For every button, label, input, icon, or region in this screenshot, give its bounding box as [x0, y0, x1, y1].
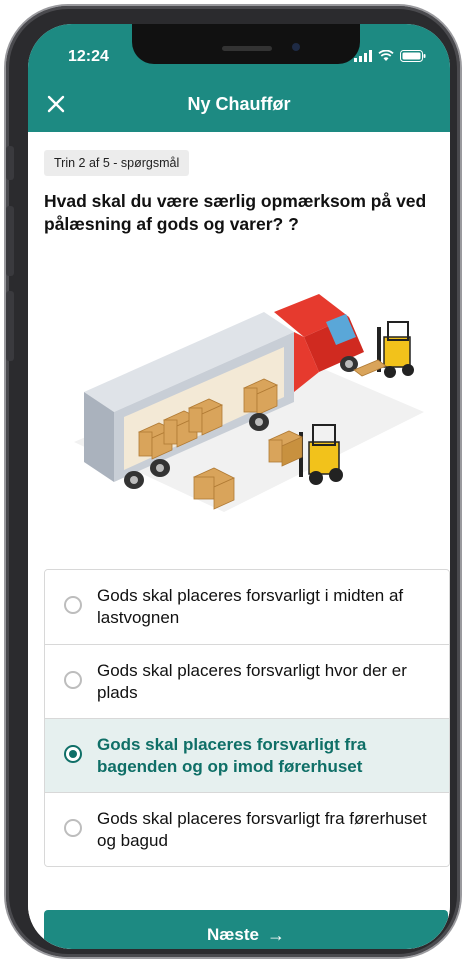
answer-options: Gods skal placeres forsvarligt i midten … — [44, 569, 450, 867]
app-screen: 12:24 Ny Chauffør Trin 2 af 5 - spørgsmå… — [28, 24, 450, 949]
answer-option-label: Gods skal placeres forsvarligt fra bagen… — [97, 735, 367, 776]
volume-up-button — [6, 206, 14, 276]
question-text: Hvad skal du være særlig opmærksom på ve… — [44, 191, 427, 234]
battery-icon — [400, 50, 426, 62]
answer-option-label: Gods skal placeres forsvarligt hvor der … — [97, 661, 407, 702]
signal-icon — [354, 50, 372, 62]
answer-option-4[interactable]: Gods skal placeres forsvarligt fra fører… — [45, 792, 449, 866]
radio-button-selected[interactable] — [64, 745, 82, 763]
camera-icon — [292, 43, 300, 51]
status-icons — [354, 50, 426, 62]
next-button[interactable]: Næste → — [44, 910, 448, 949]
status-time: 12:24 — [68, 48, 109, 65]
arrow-right-icon: → — [266, 924, 285, 945]
device-notch — [132, 24, 360, 64]
phone-frame: 12:24 Ny Chauffør Trin 2 af 5 - spørgsmå… — [6, 6, 460, 957]
step-badge: Trin 2 af 5 - spørgsmål — [44, 150, 190, 176]
radio-button[interactable] — [64, 671, 82, 689]
answer-option-1[interactable]: Gods skal placeres forsvarligt i midten … — [45, 570, 449, 644]
mute-switch — [6, 146, 14, 180]
answer-option-2[interactable]: Gods skal placeres forsvarligt hvor der … — [45, 644, 449, 718]
radio-button[interactable] — [64, 596, 82, 614]
truck-loading-illustration — [74, 294, 424, 512]
speaker-grille — [222, 46, 272, 51]
volume-down-button — [6, 291, 14, 361]
answer-option-3[interactable]: Gods skal placeres forsvarligt fra bagen… — [45, 718, 449, 792]
question-content: Trin 2 af 5 - spørgsmål Hvad skal du vær… — [28, 132, 450, 949]
radio-button[interactable] — [64, 819, 82, 837]
page-title: Ny Chauffør — [187, 94, 291, 114]
answer-option-label: Gods skal placeres forsvarligt i midten … — [97, 586, 404, 627]
wifi-icon — [378, 50, 394, 61]
answer-option-label: Gods skal placeres forsvarligt fra fører… — [97, 809, 427, 850]
next-button-label: Næste — [207, 925, 259, 944]
app-header: 12:24 Ny Chauffør — [28, 24, 450, 132]
